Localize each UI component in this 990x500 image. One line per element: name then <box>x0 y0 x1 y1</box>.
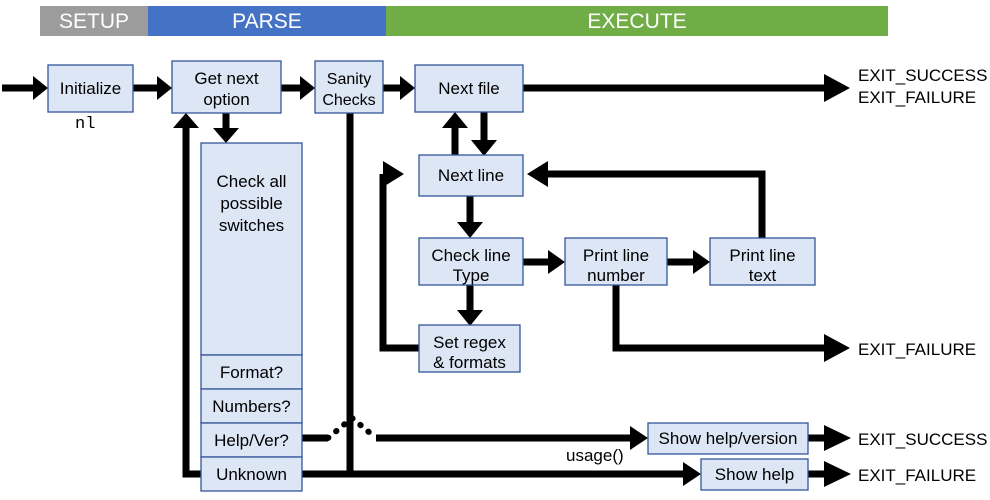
annotation-usage-call: usage() <box>566 446 624 465</box>
node-set-regex-formats-label-line2: & formats <box>433 353 506 372</box>
node-next-file[interactable]: Next file <box>414 64 524 113</box>
exit-label-mid-failure: EXIT_FAILURE <box>858 340 976 359</box>
node-set-regex-formats[interactable]: Set regex & formats <box>418 324 521 373</box>
node-initialize[interactable]: Initialize <box>47 64 134 113</box>
phase-bar-parse: PARSE <box>148 6 386 36</box>
node-next-file-label: Next file <box>438 79 499 98</box>
node-check-all-switches-label-line3: switches <box>219 216 284 235</box>
exit-label-help-failure: EXIT_FAILURE <box>858 466 976 485</box>
phase-bar-execute: EXECUTE <box>386 6 888 36</box>
node-check-all-switches[interactable]: Check all possible switches <box>200 142 303 356</box>
exit-label-top-success: EXIT_SUCCESS <box>858 66 987 85</box>
connector-nextfile-to-exit <box>523 74 850 102</box>
node-help-version-option[interactable]: Help/Ver? <box>200 422 303 458</box>
connector-printlinetext-to-nextline <box>527 161 766 238</box>
node-help-version-option-label: Help/Ver? <box>214 431 289 450</box>
exit-label-help-success: EXIT_SUCCESS <box>858 430 987 449</box>
node-get-next-option-label-line1: Get next <box>194 69 259 88</box>
annotation-program-name: nl <box>75 115 95 134</box>
node-show-help-label: Show help <box>715 465 794 484</box>
node-next-line-label: Next line <box>438 166 504 185</box>
connector-loopback-to-getnextoption <box>173 113 201 478</box>
node-format-option[interactable]: Format? <box>200 354 303 390</box>
node-check-line-type-label-line1: Check line <box>431 246 510 265</box>
node-check-all-switches-label-line2: possible <box>220 194 282 213</box>
node-sanity-checks-label-line2: Checks <box>322 92 375 109</box>
node-unknown-option[interactable]: Unknown <box>200 456 303 492</box>
connector-sanitychecks-to-nextfile <box>383 76 415 100</box>
node-print-line-number-label-line2: number <box>587 266 645 285</box>
node-show-help-version-label: Show help/version <box>659 429 798 448</box>
connector-getnextoption-to-checkall <box>213 113 239 143</box>
connector-initialize-to-getnextoption <box>133 76 172 100</box>
node-sanity-checks[interactable]: Sanity Checks <box>314 60 384 114</box>
phase-label-parse: PARSE <box>232 10 302 33</box>
node-next-line[interactable]: Next line <box>418 154 524 197</box>
connector-entry-initialize <box>2 76 48 100</box>
phase-label-setup: SETUP <box>59 10 129 33</box>
node-show-help-version[interactable]: Show help/version <box>647 422 809 455</box>
connector-unknown-to-showhelp <box>302 462 701 486</box>
phase-bar-setup: SETUP <box>40 6 148 36</box>
phase-label-execute: EXECUTE <box>587 10 686 33</box>
node-unknown-option-label: Unknown <box>216 465 287 484</box>
connector-printlinenumber-to-exitfailure <box>612 285 850 362</box>
node-numbers-option-label: Numbers? <box>212 397 290 416</box>
node-numbers-option[interactable]: Numbers? <box>200 388 303 424</box>
connector-getnextoption-to-sanitychecks <box>281 76 315 100</box>
node-get-next-option-label-line2: option <box>203 90 249 109</box>
node-print-line-number-label-line1: Print line <box>583 246 649 265</box>
node-show-help[interactable]: Show help <box>700 458 809 491</box>
node-check-line-type[interactable]: Check line Type <box>418 237 524 286</box>
connector-nextfile-to-nextline <box>471 112 497 156</box>
node-set-regex-formats-label-line1: Set regex <box>433 333 506 352</box>
connector-showhelp-to-exitfailure <box>808 461 851 487</box>
node-format-option-label: Format? <box>220 363 283 382</box>
node-print-line-text-label-line1: Print line <box>729 246 795 265</box>
flowchart-canvas: SETUP PARSE EXECUTE Initialize Get next … <box>2 6 987 492</box>
connector-nextline-to-nextfile <box>442 112 468 155</box>
connector-checklinetype-to-setregex <box>457 285 483 326</box>
node-check-all-switches-label-line1: Check all <box>217 172 287 191</box>
connector-showhelpversion-to-exitsuccess <box>808 425 851 451</box>
connector-setregex-to-nextline <box>379 161 419 352</box>
node-print-line-number[interactable]: Print line number <box>564 237 668 286</box>
node-check-line-type-label-line2: Type <box>453 266 490 285</box>
node-initialize-label: Initialize <box>60 79 121 98</box>
connector-checklinetype-to-printlinenumber <box>523 250 565 274</box>
node-print-line-text-label-line2: text <box>749 266 777 285</box>
connector-nextline-to-checklinetype <box>457 196 483 238</box>
node-print-line-text[interactable]: Print line text <box>709 237 816 286</box>
node-get-next-option[interactable]: Get next option <box>171 60 282 114</box>
connector-printlinenumber-to-printlinetext <box>667 250 710 274</box>
exit-label-top-failure: EXIT_FAILURE <box>858 88 976 107</box>
node-sanity-checks-label-line1: Sanity <box>327 71 371 88</box>
